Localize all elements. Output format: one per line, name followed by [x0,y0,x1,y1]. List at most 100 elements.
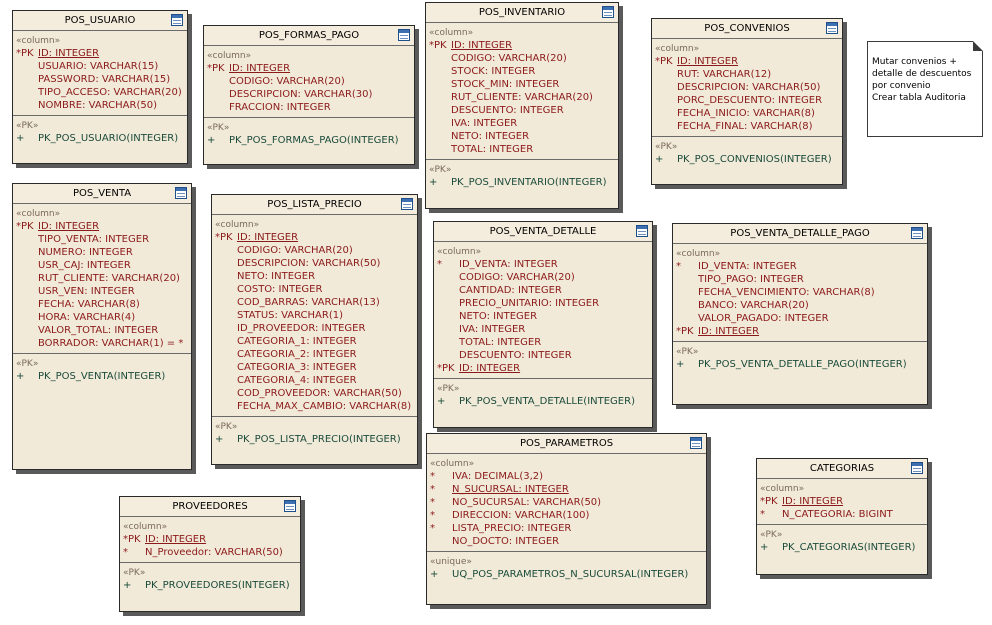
column-row[interactable]: CANTIDAD: INTEGER [437,284,650,297]
column-row[interactable]: NO_DOCTO: INTEGER [430,535,704,548]
column-row[interactable]: USR_VEN: INTEGER [16,285,189,298]
column-row[interactable]: * N_Proveedor: VARCHAR(50) [123,546,298,559]
column-row[interactable]: * NO_SUCURSAL: VARCHAR(50) [430,496,704,509]
index-row[interactable]: + PK_POS_INVENTARIO(INTEGER) [429,176,616,189]
column-row[interactable]: *PK ID: INTEGER [207,62,412,75]
column-row[interactable]: VALOR_PAGADO: INTEGER [676,312,925,325]
column-row[interactable]: * ID_VENTA: INTEGER [437,258,650,271]
column-row[interactable]: NETO: INTEGER [429,130,616,143]
column-row[interactable]: NETO: INTEGER [215,270,415,283]
column-row[interactable]: IVA: INTEGER [429,117,616,130]
column-row[interactable]: DESCRIPCION: VARCHAR(30) [207,88,412,101]
column-row[interactable]: * LISTA_PRECIO: INTEGER [430,522,704,535]
column-row[interactable]: * IVA: DECIMAL(3,2) [430,470,704,483]
column-row[interactable]: STOCK_MIN: INTEGER [429,78,616,91]
column-row[interactable]: NOMBRE: VARCHAR(50) [16,99,185,112]
column-row[interactable]: CODIGO: VARCHAR(20) [215,244,415,257]
index-row[interactable]: + PK_POS_VENTA_DETALLE_PAGO(INTEGER) [676,358,925,371]
index-row[interactable]: + PK_PROVEEDORES(INTEGER) [123,579,298,592]
table-pos-venta-detalle-pago[interactable]: POS_VENTA_DETALLE_PAGO «column» * ID_VENTA:… [672,223,928,405]
column-row[interactable]: *PK ID: INTEGER [16,47,185,60]
column-row[interactable]: RUT_CLIENTE: VARCHAR(20) [16,272,189,285]
column-row[interactable]: CODIGO: VARCHAR(20) [437,271,650,284]
table-pos-venta[interactable]: POS_VENTA «column» *PK ID: INTEGER TIPO_VENT… [12,183,192,470]
column-row[interactable]: CATEGORIA_1: INTEGER [215,335,415,348]
table-proveedores[interactable]: PROVEEDORES «column» *PK ID: INTEGER * N_Prov… [119,496,301,612]
column-row[interactable]: FECHA_VENCIMIENTO: VARCHAR(8) [676,286,925,299]
column-row[interactable]: HORA: VARCHAR(4) [16,311,189,324]
column-row[interactable]: IVA: INTEGER [437,323,650,336]
table-pos-venta-detalle[interactable]: POS_VENTA_DETALLE «column» * ID_VENTA: INTE… [433,221,653,428]
column-row[interactable]: COD_PROVEEDOR: VARCHAR(50) [215,387,415,400]
table-pos-formas-pago[interactable]: POS_FORMAS_PAGO «column» *PK ID: INTEGER COD… [203,25,415,165]
column-row[interactable]: FECHA_MAX_CAMBIO: VARCHAR(8) [215,400,415,413]
column-row[interactable]: * N_SUCURSAL: INTEGER [430,483,704,496]
column-row[interactable]: DESCRIPCION: VARCHAR(50) [655,81,840,94]
table-pos-inventario[interactable]: POS_INVENTARIO «column» *PK ID: INTEGER CODI… [425,2,619,209]
column-row[interactable]: BANCO: VARCHAR(20) [676,299,925,312]
row-text: STOCK_MIN: INTEGER [451,79,560,90]
column-row[interactable]: CATEGORIA_3: INTEGER [215,361,415,374]
column-row[interactable]: RUT_CLIENTE: VARCHAR(20) [429,91,616,104]
column-row[interactable]: *PK ID: INTEGER [676,325,925,338]
column-row[interactable]: *PK ID: INTEGER [429,39,616,52]
column-row[interactable]: CATEGORIA_2: INTEGER [215,348,415,361]
column-row[interactable]: *PK ID: INTEGER [760,495,925,508]
index-row[interactable]: + UQ_POS_PARAMETROS_N_SUCURSAL(INTEGER) [430,568,704,581]
column-row[interactable]: BORRADOR: VARCHAR(1) = * [16,337,189,350]
column-row[interactable]: * DIRECCION: VARCHAR(100) [430,509,704,522]
index-row[interactable]: + PK_POS_VENTA_DETALLE(INTEGER) [437,395,650,408]
index-row[interactable]: + PK_POS_USUARIO(INTEGER) [16,132,185,145]
column-row[interactable]: DESCUENTO: INTEGER [429,104,616,117]
table-section: «column» *PK ID: INTEGER CODIGO: VARCHAR(20… [212,215,417,416]
column-row[interactable]: *PK ID: INTEGER [437,362,650,375]
column-row[interactable]: FECHA: VARCHAR(8) [16,298,189,311]
column-row[interactable]: USR_CAJ: INTEGER [16,259,189,272]
column-row[interactable]: FECHA_FINAL: VARCHAR(8) [655,120,840,133]
column-row[interactable]: CODIGO: VARCHAR(20) [429,52,616,65]
column-row[interactable]: RUT: VARCHAR(12) [655,68,840,81]
column-row[interactable]: * ID_VENTA: INTEGER [676,260,925,273]
column-row[interactable]: VALOR_TOTAL: INTEGER [16,324,189,337]
table-pos-lista-precio[interactable]: POS_LISTA_PRECIO «column» *PK ID: INTEGER CO… [211,194,418,465]
column-row[interactable]: TIPO_VENTA: INTEGER [16,233,189,246]
index-row[interactable]: + PK_CATEGORIAS(INTEGER) [760,541,925,554]
table-pos-usuario[interactable]: POS_USUARIO «column» *PK ID: INTEGER USUARIO… [12,10,188,164]
table-pos-parametros[interactable]: POS_PARAMETROS «column» * IVA: DECIMAL(3,2)… [426,433,707,605]
column-row[interactable]: *PK ID: INTEGER [16,220,189,233]
column-row[interactable]: PRECIO_UNITARIO: INTEGER [437,297,650,310]
column-row[interactable]: CATEGORIA_4: INTEGER [215,374,415,387]
column-row[interactable]: TIPO_PAGO: INTEGER [676,273,925,286]
column-row[interactable]: CODIGO: VARCHAR(20) [207,75,412,88]
table-categorias[interactable]: CATEGORIAS «column» *PK ID: INTEGER * N_CATEG… [756,458,928,575]
column-row[interactable]: DESCUENTO: INTEGER [437,349,650,362]
column-row[interactable]: * N_CATEGORIA: BIGINT [760,508,925,521]
table-section: «PK» + PK_POS_INVENTARIO(INTEGER) [426,159,618,192]
row-text: VALOR_PAGADO: INTEGER [698,313,829,324]
column-row[interactable]: COD_BARRAS: VARCHAR(13) [215,296,415,309]
column-row[interactable]: DESCRIPCION: VARCHAR(50) [215,257,415,270]
column-row[interactable]: TIPO_ACCESO: VARCHAR(20) [16,86,185,99]
index-row[interactable]: + PK_POS_VENTA(INTEGER) [16,370,189,383]
column-row[interactable]: PORC_DESCUENTO: INTEGER [655,94,840,107]
index-row[interactable]: + PK_POS_FORMAS_PAGO(INTEGER) [207,134,412,147]
column-row[interactable]: *PK ID: INTEGER [215,231,415,244]
column-row[interactable]: NUMERO: INTEGER [16,246,189,259]
index-row[interactable]: + PK_POS_CONVENIOS(INTEGER) [655,153,840,166]
column-row[interactable]: STOCK: INTEGER [429,65,616,78]
column-row[interactable]: ID_PROVEEDOR: INTEGER [215,322,415,335]
column-row[interactable]: USUARIO: VARCHAR(15) [16,60,185,73]
column-row[interactable]: COSTO: INTEGER [215,283,415,296]
column-row[interactable]: PASSWORD: VARCHAR(15) [16,73,185,86]
index-row[interactable]: + PK_POS_LISTA_PRECIO(INTEGER) [215,433,415,446]
column-row[interactable]: TOTAL: INTEGER [437,336,650,349]
column-row[interactable]: NETO: INTEGER [437,310,650,323]
column-row[interactable]: FRACCION: INTEGER [207,101,412,114]
column-row[interactable]: *PK ID: INTEGER [123,533,298,546]
table-section: «PK» + PK_PROVEEDORES(INTEGER) [120,562,300,595]
column-row[interactable]: *PK ID: INTEGER [655,55,840,68]
column-row[interactable]: STATUS: VARCHAR(1) [215,309,415,322]
column-row[interactable]: FECHA_INICIO: VARCHAR(8) [655,107,840,120]
table-pos-convenios[interactable]: POS_CONVENIOS «column» *PK ID: INTEGER RUT: … [651,18,843,185]
column-row[interactable]: TOTAL: INTEGER [429,143,616,156]
